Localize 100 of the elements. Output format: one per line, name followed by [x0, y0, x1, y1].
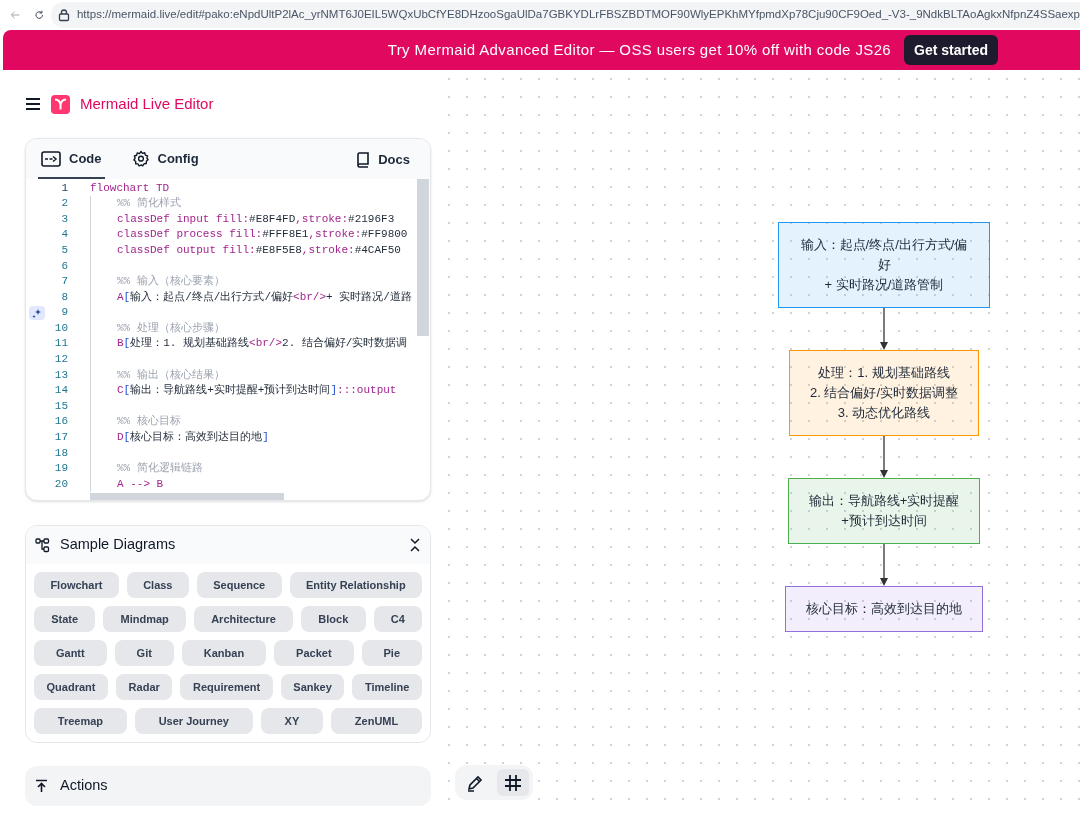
code-token: #E8F4FD: [249, 211, 296, 227]
book-icon: [356, 152, 371, 168]
arrow-connector: [879, 436, 889, 478]
sample-chip[interactable]: Entity Relationship: [289, 572, 423, 598]
code-token: %% 核心目标: [117, 414, 181, 430]
line-number: 1: [61, 180, 68, 196]
code-token: %% 简化逻辑链路: [117, 461, 203, 477]
sparkle-icon[interactable]: [29, 305, 45, 320]
line-number: 19: [54, 461, 68, 477]
line-number: 18: [54, 445, 68, 461]
code-token: [: [123, 289, 131, 305]
code-token: D: [117, 430, 124, 446]
sample-chip[interactable]: Packet: [274, 640, 354, 666]
sample-chip[interactable]: ZenUML: [331, 708, 422, 734]
line-number: 17: [54, 430, 68, 446]
code-token: classDef output fill:: [117, 242, 256, 258]
code-token: A: [117, 289, 124, 305]
banner-text: Try Mermaid Advanced Editor — OSS users get 10% off with code JS26: [387, 39, 892, 60]
code-token: %% 输入（核心要素）: [117, 273, 225, 290]
node-label: +预计到达时间: [841, 512, 927, 530]
sample-chip[interactable]: Class: [126, 572, 189, 598]
code-token: <br/>: [249, 336, 283, 352]
docs-link[interactable]: Docs: [348, 141, 418, 179]
arrow-connector: [879, 544, 889, 586]
code-token: B: [117, 336, 124, 352]
editor-tab[interactable]: Code: [38, 141, 105, 179]
sample-chip[interactable]: User Journey: [134, 708, 253, 734]
get-started-button[interactable]: Get started: [904, 35, 998, 65]
sample-chip[interactable]: Sequence: [196, 572, 282, 598]
address-bar[interactable]: https://mermaid.live/edit#pako:eNpdUltP2lAc_yrNMT6J0EIL5WQxUbCfYE8DHzooSgaUlDa7GBKYDLrFBSZBDTMOF90WlyEPKhMYfpmdXp78Cju90CF9Oed_-V3-_9NdkBLTAoAgkxNfpnZ4SSaexp: [50, 2, 1080, 28]
code-token: %% 简化样式: [117, 196, 181, 212]
code-token: flowchart TD: [90, 180, 170, 196]
code-token: classDef input fill:: [117, 211, 250, 227]
line-number: 8: [61, 289, 68, 305]
node-label: 处理：1. 规划基础路线: [818, 364, 950, 382]
diagram-icon: [35, 537, 50, 553]
code-token: %% 处理（核心步骤）: [117, 320, 225, 336]
line-number: 6: [61, 258, 68, 274]
sample-chip[interactable]: Gantt: [34, 640, 107, 666]
line-number: 4: [61, 227, 68, 243]
code-token: + 实时路况/道路: [326, 289, 412, 305]
node-label: 输入：起点/终点/出行方式/偏好: [799, 236, 969, 274]
code-token: <br/>: [293, 289, 327, 305]
node-label: 3. 动态优化路线: [837, 404, 931, 422]
sample-chip[interactable]: State: [34, 606, 96, 632]
line-number: 14: [54, 383, 68, 399]
code-token: #FFF8E1: [262, 227, 309, 243]
line-number: 2: [61, 196, 68, 212]
line-number: 20: [54, 476, 68, 492]
lock-icon[interactable]: [56, 8, 71, 22]
code-token: [: [123, 430, 131, 446]
app-title: Mermaid Live Editor: [80, 93, 214, 114]
code-icon: [41, 151, 61, 167]
sample-chip[interactable]: Kanban: [181, 640, 267, 666]
code-token: ]: [262, 430, 269, 446]
sample-chip[interactable]: Radar: [116, 674, 173, 700]
sample-chip[interactable]: Mindmap: [103, 606, 186, 632]
line-number: 10: [54, 320, 68, 336]
node-label: 2. 结合偏好/实时数据调整: [809, 384, 959, 402]
code-token: ,stroke:: [295, 211, 349, 227]
code-token: C: [117, 383, 124, 399]
code-token: ,stroke:: [301, 242, 355, 258]
sample-chip[interactable]: XY: [260, 708, 324, 734]
sample-chip[interactable]: Quadrant: [34, 674, 109, 700]
code-token: :::output: [337, 383, 397, 399]
horizontal-scrollbar[interactable]: [90, 493, 284, 500]
sample-chip[interactable]: Sankey: [280, 674, 345, 700]
sample-chip[interactable]: Block: [301, 606, 366, 632]
upload-icon: [35, 779, 48, 793]
code-token: #E8F5E8: [255, 242, 302, 258]
code-token: [: [123, 336, 131, 352]
code-token: #FF9800: [361, 227, 408, 243]
line-number: 13: [54, 367, 68, 383]
collapse-icon[interactable]: [409, 537, 421, 553]
line-number: 5: [61, 242, 68, 258]
sample-chip[interactable]: Flowchart: [34, 572, 119, 598]
sample-chip[interactable]: Timeline: [352, 674, 422, 700]
editor-tab[interactable]: Config: [128, 141, 202, 179]
grid-icon[interactable]: [497, 769, 529, 796]
logo-icon: [51, 94, 70, 114]
sample-chip[interactable]: Requirement: [180, 674, 273, 700]
code-token: ,stroke:: [308, 227, 362, 243]
line-number: 9: [61, 305, 68, 321]
sample-chip[interactable]: C4: [373, 606, 422, 632]
settings-icon: [131, 150, 150, 168]
code-token: 输出：导航路线+实时提醒+预计到达时间: [130, 383, 331, 399]
code-token: #4CAF50: [354, 242, 401, 258]
code-token: 处理：1. 规划基础路线: [130, 336, 250, 352]
menu-icon[interactable]: [25, 97, 41, 111]
sample-chip[interactable]: Pie: [361, 640, 422, 666]
sample-chip[interactable]: Git: [114, 640, 174, 666]
url-text: https://mermaid.live/edit#pako:eNpdUltP2lAc_yrNMT6J0EIL5WQxUbCfYE8DHzooSgaUlDa7GBKYDLrFBSZBDTMOF90WlyEPKhMYfpmdXp78Cju90CF9Oed_-V3-_9NdkBLTAoAgkxNfpnZ4SSaexp: [76, 7, 1080, 23]
line-number: 15: [54, 398, 68, 414]
vertical-scrollbar[interactable]: [417, 179, 429, 336]
line-number: 11: [54, 336, 68, 352]
sample-chip[interactable]: Architecture: [193, 606, 294, 632]
code-token: 输入：起点/终点/出行方式/偏好: [130, 289, 294, 305]
actions-panel[interactable]: Actions: [25, 766, 431, 806]
node-label: 核心目标：高效到达目的地: [806, 600, 962, 618]
sample-chip[interactable]: Treemap: [34, 708, 127, 734]
